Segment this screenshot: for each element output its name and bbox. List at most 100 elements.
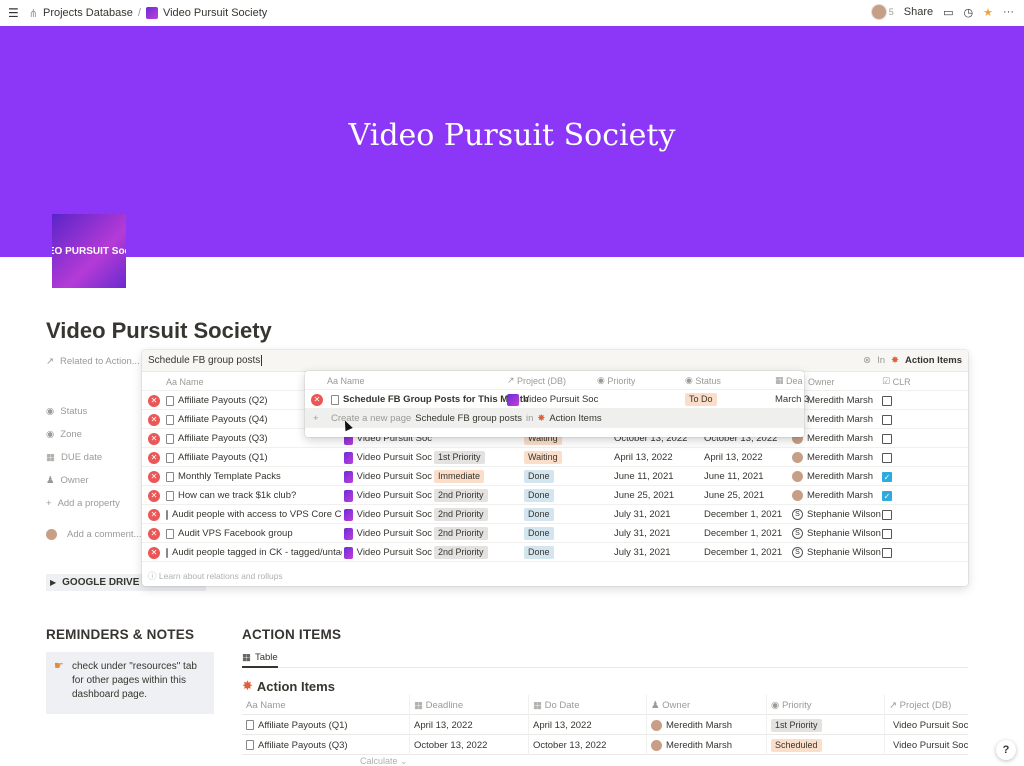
remove-icon[interactable]: ✕ <box>148 448 160 467</box>
reminder-callout[interactable]: ☛ check under "resources" tab for other … <box>46 652 214 714</box>
property-owner[interactable]: ♟ Owner <box>46 469 146 492</box>
relation-row[interactable]: ✕ Audit people tagged in CK - tagged/unta… <box>142 543 968 562</box>
popup-col-status[interactable]: ◉ Status <box>685 371 721 390</box>
clr-checkbox[interactable]: ✓ <box>882 471 892 482</box>
clr-checkbox[interactable] <box>882 433 892 444</box>
calculate-button[interactable]: Calculate ⌄ <box>360 756 408 766</box>
target-db[interactable]: Action Items <box>905 355 962 366</box>
remove-icon[interactable]: ✕ <box>148 391 160 410</box>
row-name[interactable]: Audit people tagged in CK - tagged/untag… <box>166 543 342 562</box>
remove-icon[interactable]: ✕ <box>148 524 160 543</box>
menu-icon[interactable]: ☰ <box>8 6 19 20</box>
tab-table[interactable]: ▦ Table <box>242 650 278 668</box>
col-owner-header[interactable]: Owner <box>808 372 835 391</box>
col-deadline-header[interactable]: ▦ Deadline <box>410 695 529 715</box>
popup-result-row[interactable]: ✕ Schedule FB Group Posts for This Month… <box>305 390 809 409</box>
row-name[interactable]: Audit VPS Facebook group <box>166 524 342 543</box>
popup-col-deadline[interactable]: ▦ Dea <box>775 371 803 390</box>
relation-row[interactable]: ✕ Audit people with access to VPS Core Co… <box>142 505 968 524</box>
row-clr[interactable] <box>882 505 892 524</box>
clear-icon[interactable]: ⊗ <box>863 355 871 366</box>
more-icon[interactable]: ··· <box>1003 6 1014 18</box>
popup-col-priority[interactable]: ◉ Priority <box>597 371 635 390</box>
property-due-date[interactable]: ▦ DUE date <box>46 446 146 469</box>
cell-deadline[interactable]: October 13, 2022 <box>410 735 529 755</box>
row-name[interactable]: Audit people with access to VPS Core Con… <box>166 505 342 524</box>
page-doc-icon <box>166 471 174 482</box>
breadcrumb-current[interactable]: Video Pursuit Society <box>163 7 267 19</box>
cell-owner[interactable]: Meredith Marsh <box>647 735 767 755</box>
clr-checkbox[interactable] <box>882 509 892 520</box>
remove-icon[interactable]: ✕ <box>148 410 160 429</box>
cell-project[interactable]: Video Pursuit Soc <box>885 715 968 735</box>
relation-footer[interactable]: ⓘ Learn about relations and rollups <box>148 570 283 582</box>
table-row[interactable]: Affiliate Payouts (Q1) April 13, 2022 Apri… <box>242 715 968 735</box>
row-name[interactable]: Affiliate Payouts (Q1) <box>166 448 342 467</box>
clr-checkbox[interactable] <box>882 528 892 539</box>
relation-row[interactable]: ✕ Affiliate Payouts (Q1) Video Pursuit Soc… <box>142 448 968 467</box>
remove-icon[interactable]: ✕ <box>148 486 160 505</box>
relation-search-input[interactable]: Schedule FB group posts <box>148 355 260 366</box>
remove-icon[interactable]: ✕ <box>148 505 160 524</box>
clr-checkbox[interactable] <box>882 395 892 406</box>
relation-search-bar[interactable]: Schedule FB group posts ⊗ In ✸ Action It… <box>142 350 968 372</box>
history-icon[interactable]: ◷ <box>964 6 974 19</box>
clr-checkbox[interactable] <box>882 414 892 425</box>
cell-name[interactable]: Affiliate Payouts (Q3) <box>242 735 410 755</box>
cell-do-date[interactable]: October 13, 2022 <box>529 735 647 755</box>
breadcrumb-parent[interactable]: Projects Database <box>43 7 133 19</box>
row-clr[interactable] <box>882 429 892 448</box>
row-name[interactable]: Monthly Template Packs <box>166 467 342 486</box>
remove-icon[interactable]: ✕ <box>148 543 160 562</box>
col-name-header[interactable]: Aa Name <box>166 372 204 391</box>
row-clr[interactable] <box>882 448 892 467</box>
page-title[interactable]: Video Pursuit Society <box>46 318 272 344</box>
clr-checkbox[interactable]: ✓ <box>882 490 892 501</box>
col-clr-header[interactable]: ☑ CLR <box>882 372 911 391</box>
table-row[interactable]: Affiliate Payouts (Q3) October 13, 2022 Oc… <box>242 735 968 755</box>
row-clr[interactable] <box>882 410 892 429</box>
clr-checkbox[interactable] <box>882 547 892 558</box>
col-name-header[interactable]: Aa Name <box>242 695 410 715</box>
user-avatar[interactable] <box>870 4 887 20</box>
remove-icon[interactable]: ✕ <box>311 390 323 409</box>
database-title[interactable]: ✸ Action Items <box>242 678 968 694</box>
col-owner-header[interactable]: ♟ Owner <box>647 695 767 715</box>
popup-col-name[interactable]: Aa Name <box>327 371 365 390</box>
relation-row[interactable]: ✕ Audit VPS Facebook group Video Pursuit S… <box>142 524 968 543</box>
row-clr[interactable]: ✓ <box>882 486 892 505</box>
row-clr[interactable] <box>882 524 892 543</box>
property-zone[interactable]: ◉ Zone <box>46 423 146 446</box>
cell-deadline[interactable]: April 13, 2022 <box>410 715 529 735</box>
add-property-button[interactable]: + Add a property <box>46 492 146 515</box>
remove-icon[interactable]: ✕ <box>148 467 160 486</box>
row-clr[interactable]: ✓ <box>882 467 892 486</box>
cell-priority[interactable]: 1st Priority <box>767 715 885 735</box>
page-cover[interactable]: Video Pursuit Society <box>0 26 1024 257</box>
property-related[interactable]: ↗ Related to Action... <box>46 350 146 373</box>
row-clr[interactable] <box>882 543 892 562</box>
create-new-page-option[interactable]: + Create a new page Schedule FB group po… <box>305 409 804 428</box>
col-do-date-header[interactable]: ▦ Do Date <box>529 695 647 715</box>
share-button[interactable]: Share <box>904 6 933 18</box>
comment-icon[interactable]: ▭ <box>943 6 953 19</box>
cell-project[interactable]: Video Pursuit Soc <box>885 735 968 755</box>
clr-checkbox[interactable] <box>882 452 892 463</box>
property-status[interactable]: ◉ Status <box>46 400 146 423</box>
cell-name[interactable]: Affiliate Payouts (Q1) <box>242 715 410 735</box>
row-name[interactable]: How can we track $1k club? <box>166 486 342 505</box>
relation-row[interactable]: ✕ How can we track $1k club? Video Pursuit… <box>142 486 968 505</box>
cell-do-date[interactable]: April 13, 2022 <box>529 715 647 735</box>
cell-priority[interactable]: Scheduled <box>767 735 885 755</box>
relation-row[interactable]: ✕ Monthly Template Packs Video Pursuit Soc… <box>142 467 968 486</box>
col-project-header[interactable]: ↗ Project (DB) <box>885 695 968 715</box>
row-clr[interactable] <box>882 391 892 410</box>
favorite-star-icon[interactable]: ★ <box>983 6 993 19</box>
page-logo[interactable]: EO PURSUIT Soc <box>52 214 126 288</box>
help-button[interactable]: ? <box>996 740 1016 760</box>
cell-owner[interactable]: Meredith Marsh <box>647 715 767 735</box>
col-priority-header[interactable]: ◉ Priority <box>767 695 885 715</box>
add-comment[interactable]: Add a comment... <box>46 523 146 546</box>
remove-icon[interactable]: ✕ <box>148 429 160 448</box>
popup-col-project[interactable]: ↗ Project (DB) <box>507 371 566 390</box>
